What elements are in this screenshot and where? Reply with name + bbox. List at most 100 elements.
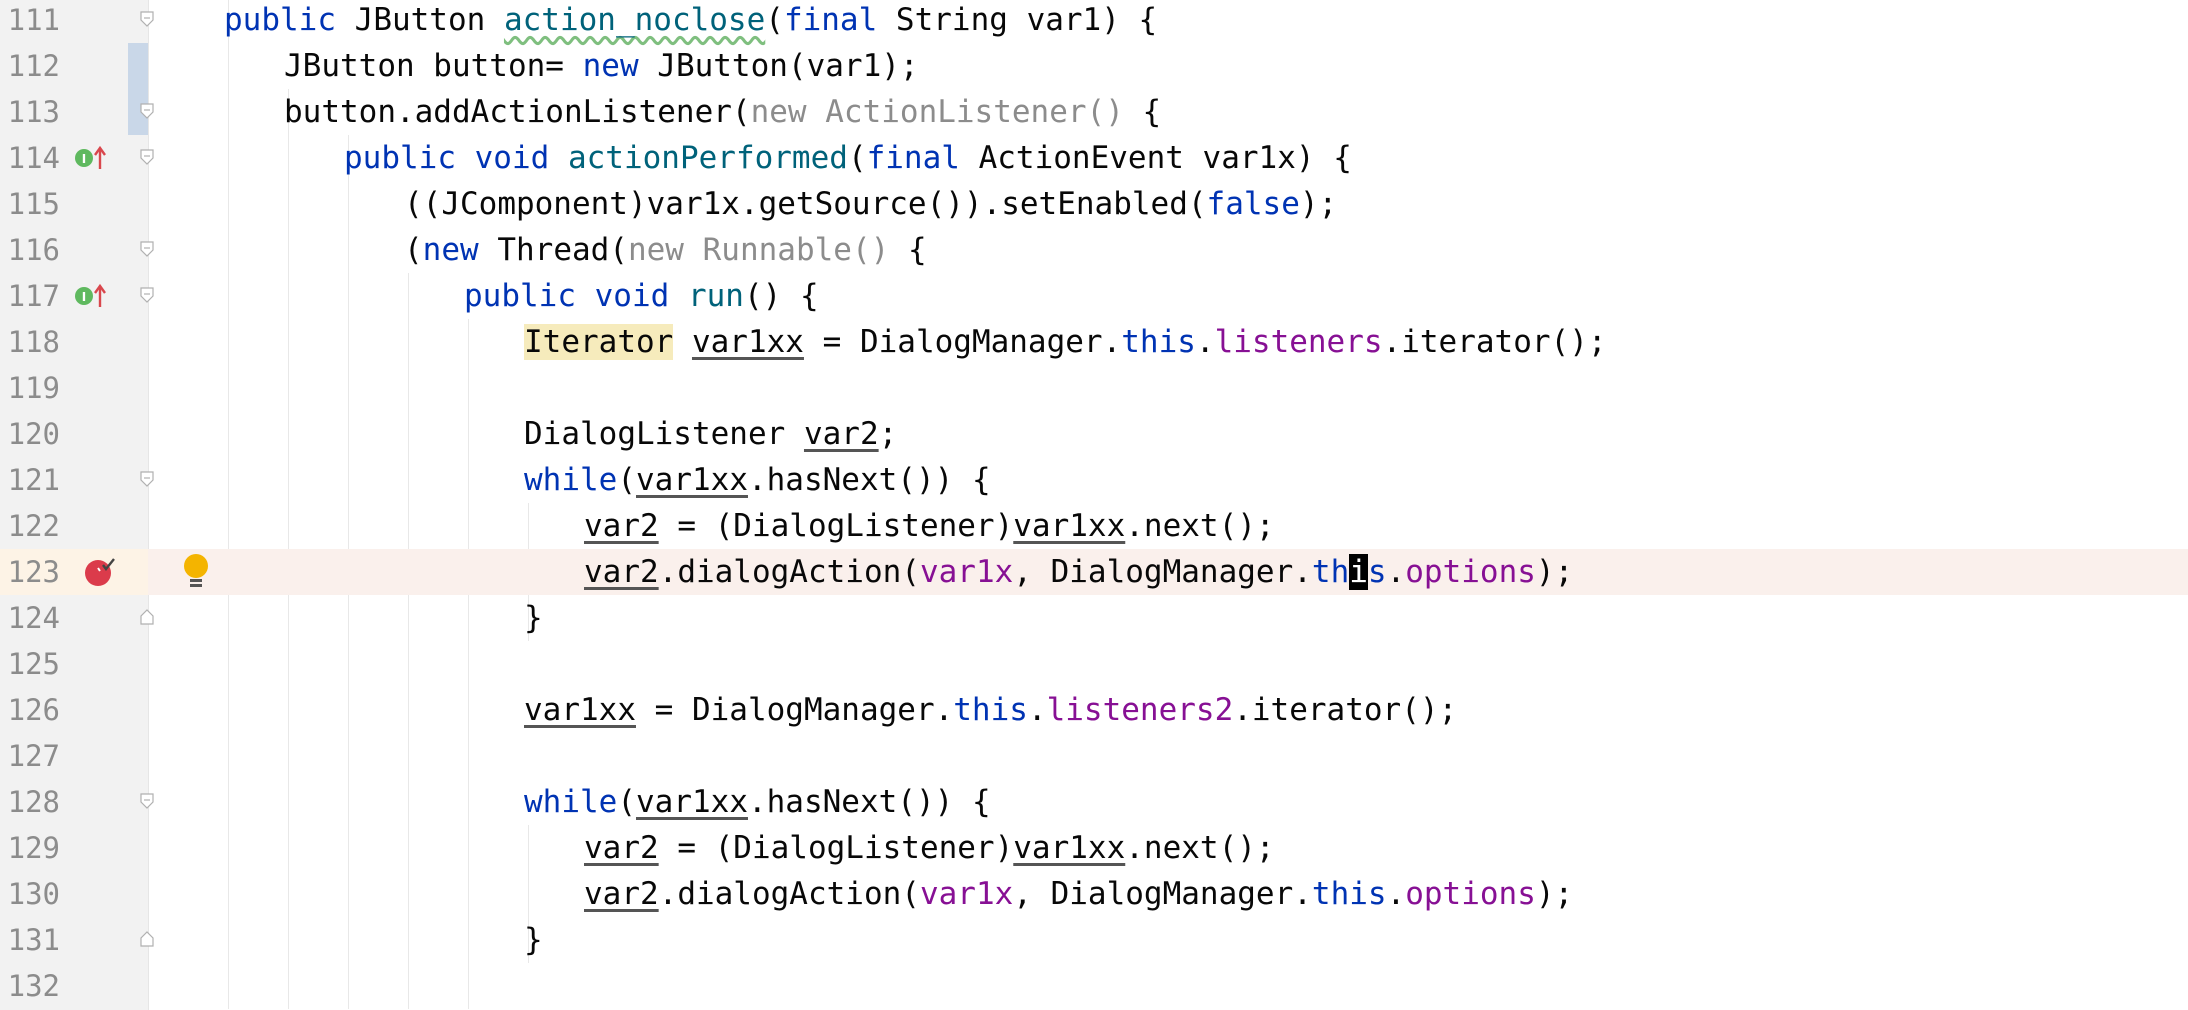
fold-collapse-icon[interactable]: [140, 471, 154, 487]
code-text[interactable]: public JButton action_noclose(final Stri…: [224, 0, 1157, 43]
code-token: .: [1195, 324, 1215, 360]
implements-method-icon[interactable]: I: [74, 145, 108, 171]
code-token: run: [687, 278, 744, 314]
code-line[interactable]: 125: [0, 641, 2188, 687]
code-line[interactable]: 116 (new Thread(new Runnable() {: [0, 227, 2188, 273]
code-line[interactable]: 131}: [0, 917, 2188, 963]
code-line[interactable]: 122 var2 = (DialogListener)var1xx.next();: [0, 503, 2188, 549]
code-text[interactable]: var2 = (DialogListener)var1xx.next();: [584, 503, 1275, 549]
fold-end-icon[interactable]: [140, 609, 154, 625]
code-text[interactable]: Iterator var1xx = DialogManager.this.lis…: [524, 319, 1607, 365]
line-number: 132: [7, 969, 60, 1003]
code-line[interactable]: 114 I public void actionPerformed(final Ac…: [0, 135, 2188, 181]
code-token: th: [1311, 554, 1350, 590]
code-text[interactable]: while(var1xx.hasNext()) {: [524, 457, 991, 503]
code-text[interactable]: var2 = (DialogListener)var1xx.next();: [584, 825, 1275, 871]
code-text[interactable]: (new Thread(new Runnable() {: [404, 227, 927, 273]
code-text[interactable]: ((JComponent)var1x.getSource()).setEnabl…: [404, 181, 1337, 227]
code-text[interactable]: public void run() {: [464, 273, 819, 319]
code-line[interactable]: 124}: [0, 595, 2188, 641]
code-token: {: [1142, 94, 1162, 130]
code-text[interactable]: while(var1xx.hasNext()) {: [524, 779, 991, 825]
code-line[interactable]: 111 public JButton action_noclose(final S…: [0, 0, 2188, 43]
gutter-cell[interactable]: 111: [0, 0, 154, 43]
code-token: String var1) {: [895, 2, 1158, 38]
fold-collapse-icon[interactable]: [140, 793, 154, 809]
line-number: 124: [7, 601, 60, 635]
code-token: var1xx: [691, 324, 804, 360]
code-text[interactable]: JButton button= new JButton(var1);: [284, 43, 919, 89]
line-number: 116: [7, 233, 60, 267]
gutter-cell[interactable]: 121: [0, 457, 154, 503]
code-token: ;: [878, 416, 898, 452]
fold-collapse-icon[interactable]: [140, 149, 154, 165]
code-text[interactable]: }: [524, 595, 543, 641]
gutter-cell[interactable]: 115: [0, 181, 148, 227]
svg-text:I: I: [82, 290, 86, 304]
gutter-cell[interactable]: 122: [0, 503, 148, 549]
gutter-cell[interactable]: 124: [0, 595, 154, 641]
code-line[interactable]: 118 Iterator var1xx = DialogManager.this.…: [0, 319, 2188, 365]
fold-end-icon[interactable]: [140, 931, 154, 947]
code-line[interactable]: 123 var2.dialogAction(var1x, DialogManage…: [0, 549, 2188, 595]
line-number: 119: [7, 371, 60, 405]
code-line[interactable]: 126 var1xx = DialogManager.this.listeners…: [0, 687, 2188, 733]
code-token: .: [1027, 692, 1047, 728]
code-line[interactable]: 127: [0, 733, 2188, 779]
gutter-cell[interactable]: 129: [0, 825, 148, 871]
gutter-cell[interactable]: 130: [0, 871, 148, 917]
line-number: 125: [7, 647, 60, 681]
gutter-cell[interactable]: 127: [0, 733, 148, 779]
gutter-cell[interactable]: 116: [0, 227, 154, 273]
lightbulb-icon[interactable]: [182, 553, 210, 591]
code-line[interactable]: 113 button.addActionListener(new ActionLi…: [0, 89, 2188, 135]
code-text[interactable]: }: [524, 917, 543, 963]
code-token: var2: [584, 554, 659, 590]
code-line[interactable]: 128 while(var1xx.hasNext()) {: [0, 779, 2188, 825]
fold-collapse-icon[interactable]: [140, 241, 154, 257]
gutter-cell[interactable]: 131: [0, 917, 154, 963]
breakpoint-icon[interactable]: [84, 557, 116, 587]
code-token: .next();: [1125, 830, 1275, 866]
code-line[interactable]: 120 DialogListener var2;: [0, 411, 2188, 457]
code-token: }: [524, 922, 543, 958]
gutter-cell[interactable]: 112: [0, 43, 148, 89]
code-text[interactable]: DialogListener var2;: [524, 411, 897, 457]
code-text[interactable]: var2.dialogAction(var1x, DialogManager.t…: [584, 549, 1573, 595]
implements-method-icon[interactable]: I: [74, 283, 108, 309]
code-token: .dialogAction(: [658, 554, 920, 590]
code-text[interactable]: public void actionPerformed(final Action…: [344, 135, 1352, 181]
line-number: 126: [7, 693, 60, 727]
fold-collapse-icon[interactable]: [140, 287, 154, 303]
code-token: .next();: [1125, 508, 1275, 544]
code-text[interactable]: button.addActionListener(new ActionListe…: [284, 89, 1161, 135]
code-line[interactable]: 119: [0, 365, 2188, 411]
code-line[interactable]: 117 I public void run() {: [0, 273, 2188, 319]
gutter-cell[interactable]: 118: [0, 319, 148, 365]
code-line[interactable]: 129 var2 = (DialogListener)var1xx.next();: [0, 825, 2188, 871]
code-token: var1xx: [524, 692, 636, 728]
gutter-cell[interactable]: 113: [0, 89, 154, 135]
code-text[interactable]: var2.dialogAction(var1x, DialogManager.t…: [584, 871, 1573, 917]
code-token: .hasNext()) {: [747, 462, 991, 498]
fold-collapse-icon[interactable]: [140, 11, 154, 27]
code-line[interactable]: 130 var2.dialogAction(var1x, DialogManage…: [0, 871, 2188, 917]
gutter-cell[interactable]: 132: [0, 963, 148, 1009]
code-text[interactable]: var1xx = DialogManager.this.listeners2.i…: [524, 687, 1457, 733]
fold-collapse-icon[interactable]: [140, 103, 154, 119]
gutter-cell[interactable]: 120: [0, 411, 148, 457]
code-line[interactable]: 121 while(var1xx.hasNext()) {: [0, 457, 2188, 503]
code-token: );: [1535, 876, 1574, 912]
gutter-cell[interactable]: 128: [0, 779, 154, 825]
gutter-cell[interactable]: 119: [0, 365, 148, 411]
gutter-cell[interactable]: 126: [0, 687, 148, 733]
gutter-cell[interactable]: 117 I: [0, 273, 154, 319]
gutter-cell[interactable]: 125: [0, 641, 148, 687]
code-line[interactable]: 112 JButton button= new JButton(var1);: [0, 43, 2188, 89]
gutter-cell[interactable]: 123: [0, 549, 148, 595]
code-line[interactable]: 132: [0, 963, 2188, 1009]
gutter-cell[interactable]: 114 I: [0, 135, 154, 181]
code-token: this: [953, 692, 1028, 728]
line-number: 111: [7, 3, 60, 37]
code-line[interactable]: 115 ((JComponent)var1x.getSource()).setEn…: [0, 181, 2188, 227]
